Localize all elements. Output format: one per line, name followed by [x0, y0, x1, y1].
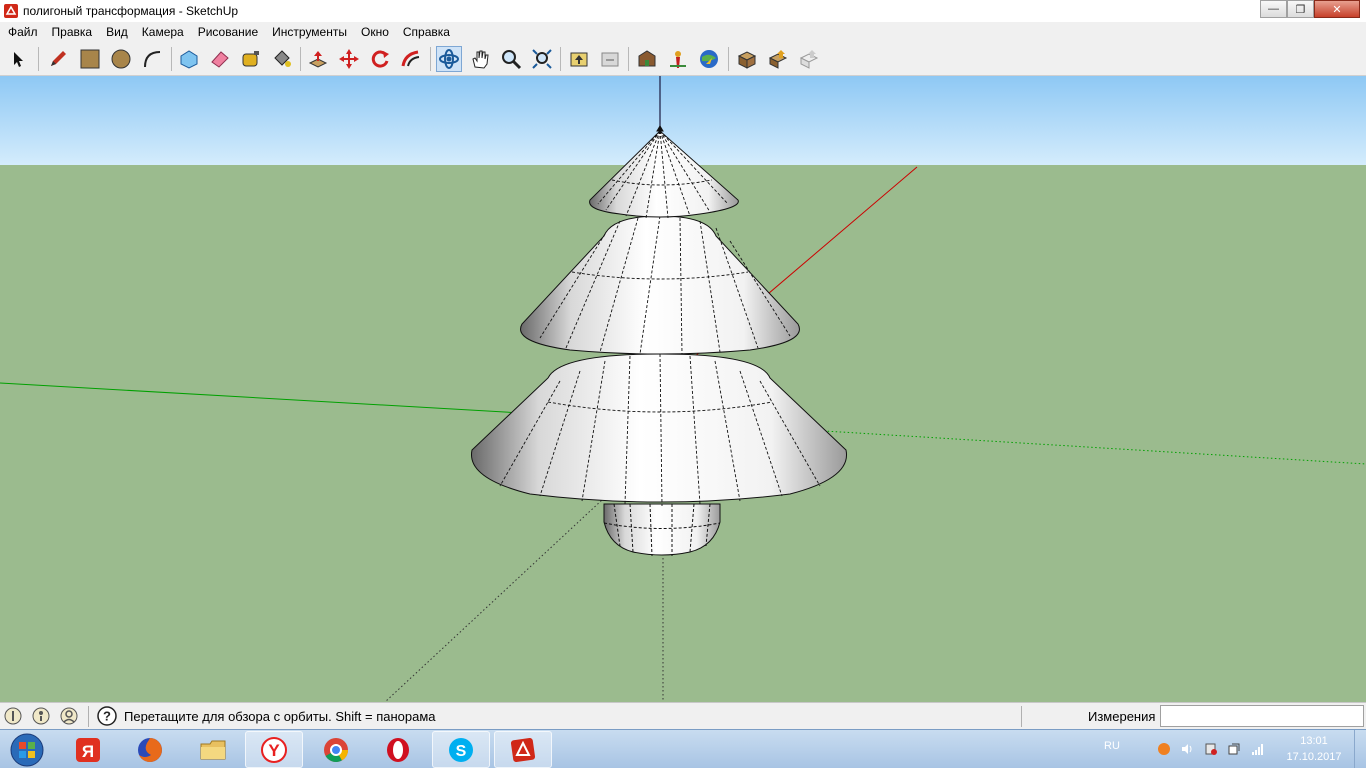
- start-button[interactable]: [0, 731, 54, 768]
- eraser-icon[interactable]: [207, 46, 233, 72]
- title-bar: полигоный трансформация - SketchUp — ❐ ✕: [0, 0, 1366, 22]
- 3d-warehouse-icon[interactable]: [634, 46, 660, 72]
- opera-icon: [387, 737, 409, 762]
- svg-text:Y: Y: [268, 741, 280, 760]
- svg-text:Я: Я: [82, 742, 94, 761]
- explorer-icon: [200, 740, 226, 759]
- taskbar-skype[interactable]: S: [432, 731, 490, 768]
- network-warning-icon[interactable]: [1204, 742, 1218, 756]
- start-orb-icon: [10, 733, 44, 766]
- taskbar-chrome[interactable]: [307, 731, 365, 768]
- pencil-icon[interactable]: [45, 46, 71, 72]
- taskbar-firefox[interactable]: [121, 731, 179, 768]
- clock-date: 17.10.2017: [1286, 751, 1342, 763]
- taskbar-yandex-browser[interactable]: Y: [245, 731, 303, 768]
- sketchup-icon: [510, 737, 536, 762]
- taskbar-explorer[interactable]: [184, 731, 242, 768]
- status-message: Перетащите для обзора с орбиты. Shift = …: [124, 709, 436, 724]
- sketchup-logo-icon: [4, 4, 18, 18]
- clock-time: 13:01: [1300, 735, 1328, 747]
- taskbar-opera[interactable]: [369, 731, 427, 768]
- make-component-icon[interactable]: [176, 46, 202, 72]
- taskbar-sketchup[interactable]: [494, 731, 552, 768]
- user-account-icon[interactable]: [60, 707, 78, 725]
- measurements-label: Измерения: [1088, 709, 1156, 724]
- paint-bucket-icon[interactable]: [269, 46, 295, 72]
- menu-draw[interactable]: Рисование: [191, 22, 265, 42]
- menu-help[interactable]: Справка: [396, 22, 457, 42]
- rectangle-icon[interactable]: [77, 46, 103, 72]
- arc-icon[interactable]: [139, 46, 165, 72]
- windows-taskbar: Я Y S RU 13:01 17.10.2017: [0, 729, 1366, 768]
- share-component-icon[interactable]: [796, 46, 822, 72]
- close-button[interactable]: ✕: [1314, 0, 1360, 18]
- select-icon[interactable]: [6, 46, 32, 72]
- svg-text:?: ?: [103, 709, 111, 724]
- volume-icon[interactable]: [1180, 742, 1194, 756]
- firefox-icon: [138, 737, 162, 762]
- avast-icon[interactable]: [1157, 742, 1171, 756]
- scene-canvas[interactable]: [0, 76, 1366, 702]
- measurements-field[interactable]: [1160, 705, 1364, 727]
- action-center-icon[interactable]: [1227, 742, 1241, 756]
- add-location-icon[interactable]: [665, 46, 691, 72]
- status-bar: ? Перетащите для обзора с орбиты. Shift …: [0, 702, 1366, 729]
- share-model-icon[interactable]: [765, 46, 791, 72]
- previous-view-icon[interactable]: [566, 46, 592, 72]
- menu-camera[interactable]: Камера: [135, 22, 191, 42]
- push-pull-icon[interactable]: [305, 46, 331, 72]
- orbit-icon[interactable]: [436, 46, 462, 72]
- pan-icon[interactable]: [467, 46, 493, 72]
- restore-button[interactable]: ❐: [1287, 0, 1314, 18]
- geo-location-icon[interactable]: [4, 707, 22, 725]
- yandex-browser-icon: Y: [261, 736, 287, 763]
- taskbar-yandex-disk[interactable]: Я: [59, 731, 117, 768]
- menu-file[interactable]: Файл: [1, 22, 45, 42]
- menu-edit[interactable]: Правка: [45, 22, 100, 42]
- credits-icon[interactable]: [32, 707, 50, 725]
- follow-me-icon[interactable]: [398, 46, 424, 72]
- help-icon[interactable]: ?: [97, 706, 117, 726]
- sketchup-window: полигоный трансформация - SketchUp — ❐ ✕…: [0, 0, 1366, 768]
- rotate-icon[interactable]: [367, 46, 393, 72]
- minimize-button[interactable]: —: [1260, 0, 1287, 18]
- menu-view[interactable]: Вид: [99, 22, 135, 42]
- chrome-icon: [324, 737, 348, 762]
- system-clock[interactable]: 13:01 17.10.2017: [1284, 733, 1344, 765]
- language-indicator[interactable]: RU: [1104, 740, 1120, 752]
- window-title: полигоный трансформация - SketchUp: [23, 4, 239, 18]
- move-icon[interactable]: [336, 46, 362, 72]
- get-models-icon[interactable]: [734, 46, 760, 72]
- svg-text:S: S: [456, 743, 467, 760]
- google-earth-icon[interactable]: [696, 46, 722, 72]
- next-view-icon[interactable]: [597, 46, 623, 72]
- model-viewport[interactable]: [0, 76, 1366, 702]
- main-toolbar: [0, 42, 1366, 76]
- skype-icon: S: [449, 737, 473, 762]
- menu-tools[interactable]: Инструменты: [265, 22, 354, 42]
- show-desktop-button[interactable]: [1354, 730, 1366, 768]
- signal-strength-icon[interactable]: [1251, 742, 1265, 756]
- menu-window[interactable]: Окно: [354, 22, 396, 42]
- menu-bar: Файл Правка Вид Камера Рисование Инструм…: [0, 22, 1366, 42]
- circle-icon[interactable]: [108, 46, 134, 72]
- zoom-extents-icon[interactable]: [529, 46, 555, 72]
- zoom-icon[interactable]: [498, 46, 524, 72]
- tape-measure-icon[interactable]: [238, 46, 264, 72]
- yandex-disk-icon: Я: [76, 737, 100, 762]
